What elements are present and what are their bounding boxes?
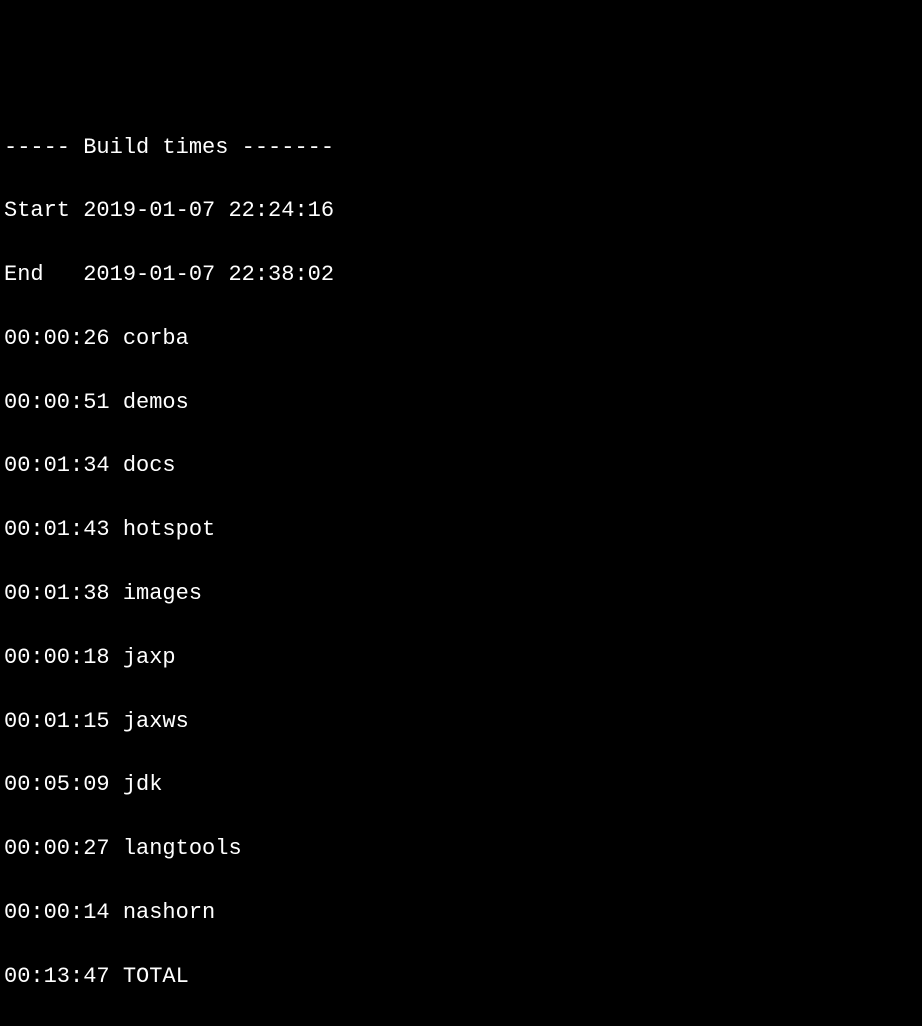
build-row: 00:00:26 corba xyxy=(4,323,918,355)
build-name: hotspot xyxy=(123,517,215,542)
build-row: 00:00:18 jaxp xyxy=(4,642,918,674)
build-row: 00:00:27 langtools xyxy=(4,833,918,865)
build-name: TOTAL xyxy=(123,964,189,989)
build-time: 00:00:51 xyxy=(4,390,110,415)
end-value: 2019-01-07 22:38:02 xyxy=(83,262,334,287)
build-time: 00:01:15 xyxy=(4,709,110,734)
build-name: docs xyxy=(123,453,176,478)
build-time: 00:00:26 xyxy=(4,326,110,351)
build-name: demos xyxy=(123,390,189,415)
build-name: images xyxy=(123,581,202,606)
build-name: jaxp xyxy=(123,645,176,670)
start-label: Start xyxy=(4,198,70,223)
build-row: 00:01:43 hotspot xyxy=(4,514,918,546)
build-row: 00:01:15 jaxws xyxy=(4,706,918,738)
build-name: nashorn xyxy=(123,900,215,925)
build-time: 00:13:47 xyxy=(4,964,110,989)
build-time: 00:01:34 xyxy=(4,453,110,478)
build-times-header: ----- Build times ------- xyxy=(4,132,918,164)
build-row-total: 00:13:47 TOTAL xyxy=(4,961,918,993)
start-line: Start 2019-01-07 22:24:16 xyxy=(4,195,918,227)
separator: ------------------------- xyxy=(4,1025,918,1026)
build-name: jdk xyxy=(123,772,163,797)
start-value: 2019-01-07 22:24:16 xyxy=(83,198,334,223)
build-time: 00:05:09 xyxy=(4,772,110,797)
build-row: 00:05:09 jdk xyxy=(4,769,918,801)
build-name: jaxws xyxy=(123,709,189,734)
build-name: corba xyxy=(123,326,189,351)
build-time: 00:01:38 xyxy=(4,581,110,606)
end-line: End 2019-01-07 22:38:02 xyxy=(4,259,918,291)
build-time: 00:00:14 xyxy=(4,900,110,925)
build-time: 00:00:27 xyxy=(4,836,110,861)
build-row: 00:00:14 nashorn xyxy=(4,897,918,929)
end-label: End xyxy=(4,262,70,287)
build-row: 00:01:38 images xyxy=(4,578,918,610)
build-row: 00:00:51 demos xyxy=(4,387,918,419)
build-name: langtools xyxy=(123,836,242,861)
build-row: 00:01:34 docs xyxy=(4,450,918,482)
build-time: 00:00:18 xyxy=(4,645,110,670)
build-time: 00:01:43 xyxy=(4,517,110,542)
